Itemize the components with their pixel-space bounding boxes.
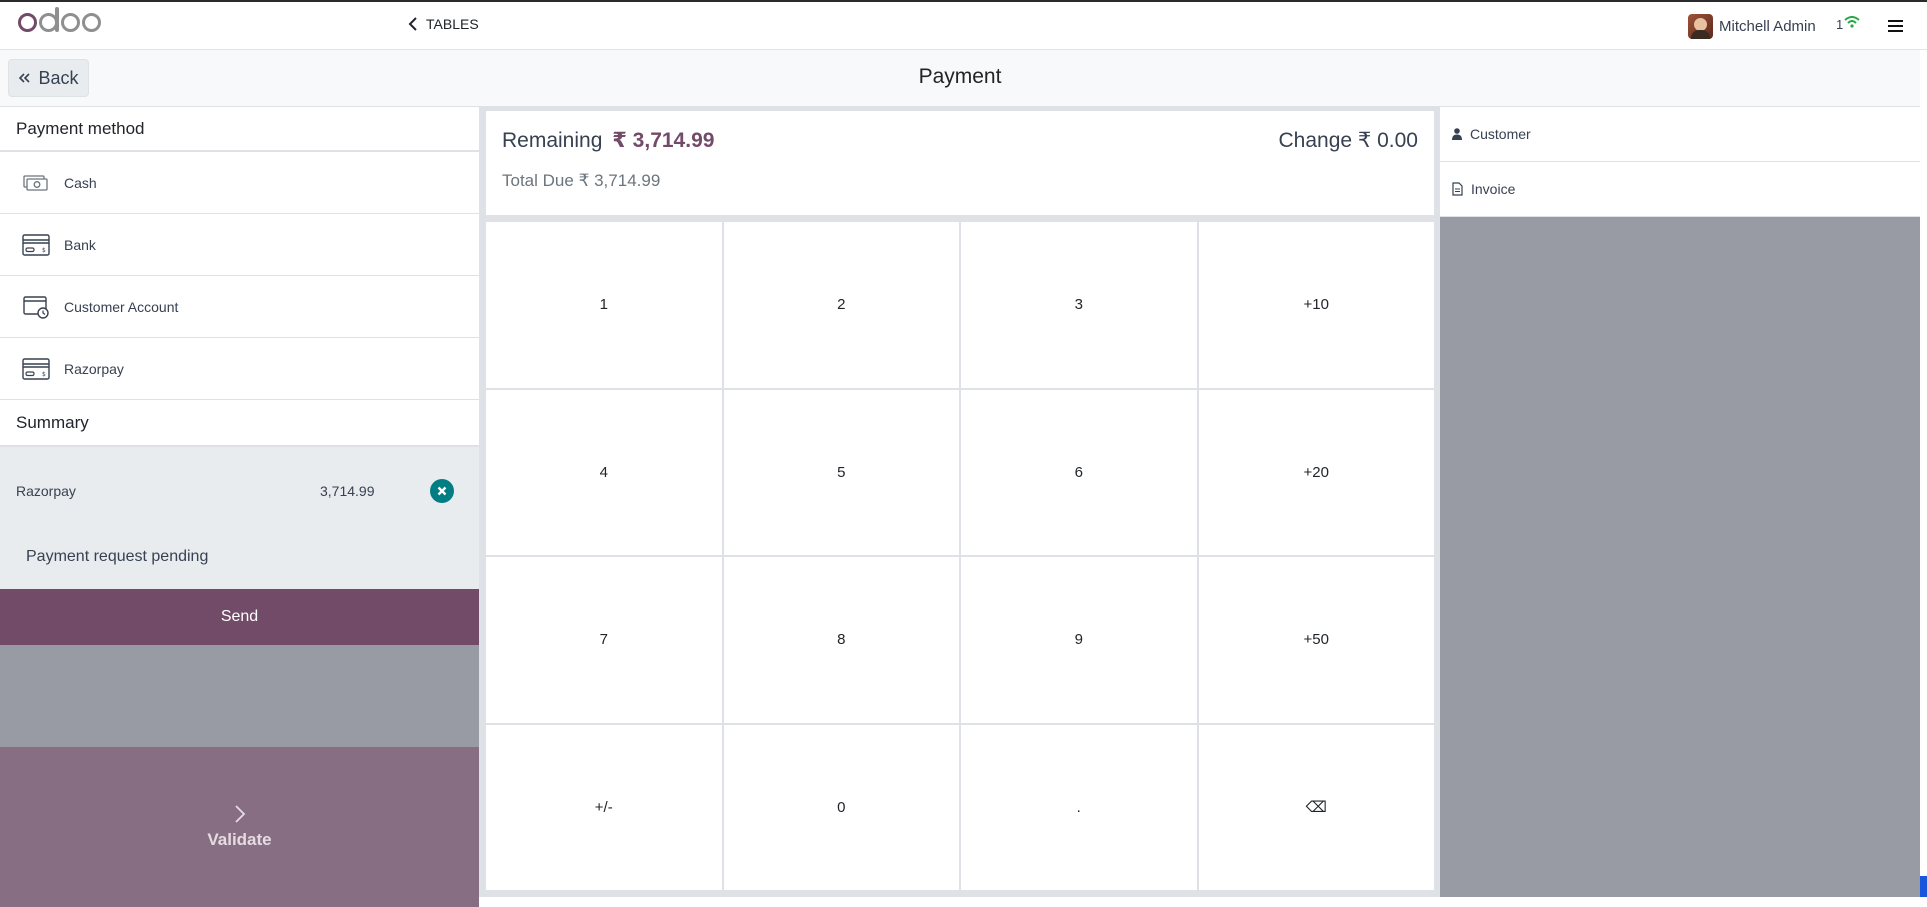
cash-icon <box>22 171 50 195</box>
numpad-key-9[interactable]: 9 <box>961 557 1197 723</box>
status-count: 1 <box>1836 17 1844 32</box>
payment-method-label: Bank <box>64 236 96 253</box>
payment-method-label: Razorpay <box>64 360 124 377</box>
spacer <box>0 645 479 747</box>
double-chevron-left-icon <box>19 73 31 83</box>
payment-header: Back Payment <box>0 50 1920 107</box>
total-due-label: Total Due <box>502 171 574 190</box>
numpad-key-plus-50[interactable]: +50 <box>1198 557 1434 723</box>
payment-method-title: Payment method <box>0 107 479 152</box>
change-amount: Change ₹ 0.00 <box>1279 128 1418 153</box>
payment-method-razorpay[interactable]: $ Razorpay <box>0 338 479 400</box>
razorpay-card-icon: $ <box>22 357 50 381</box>
chevron-left-icon <box>408 17 417 31</box>
back-label: Back <box>38 67 79 88</box>
numpad-key-7[interactable]: 7 <box>486 557 722 723</box>
total-due: Total Due ₹ 3,714.99 <box>502 171 660 191</box>
remove-payment-button[interactable] <box>430 479 454 503</box>
numpad-key-plus-20[interactable]: +20 <box>1198 389 1434 555</box>
window-edge <box>1920 50 1927 876</box>
file-text-icon <box>1452 182 1463 196</box>
validate-button[interactable]: Validate <box>0 747 479 907</box>
user-name: Mitchell Admin <box>1719 18 1816 35</box>
payment-amounts: Remaining ₹ 3,714.99 Change ₹ 0.00 Total… <box>486 111 1434 215</box>
back-button[interactable]: Back <box>8 59 89 97</box>
top-navbar: TABLES Mitchell Admin 1 <box>0 0 1927 50</box>
numpad-key-plus-10[interactable]: +10 <box>1198 222 1434 388</box>
numpad-key-8[interactable]: 8 <box>723 557 959 723</box>
customer-label: Customer <box>1470 126 1531 142</box>
numpad: 1 2 3 +10 4 5 6 +20 7 8 9 +50 +/- 0 . ⌫ <box>486 222 1434 890</box>
numpad-key-3[interactable]: 3 <box>961 222 1197 388</box>
invoice-button[interactable]: Invoice <box>1440 162 1920 217</box>
remaining-value: ₹ 3,714.99 <box>612 129 715 152</box>
chevron-right-icon <box>234 805 245 823</box>
numpad-key-6[interactable]: 6 <box>961 389 1197 555</box>
numpad-key-0[interactable]: 0 <box>723 724 959 890</box>
tables-label: TABLES <box>426 16 479 32</box>
change-label: Change <box>1278 129 1353 152</box>
customer-button[interactable]: Customer <box>1440 107 1920 162</box>
wifi-icon <box>1844 16 1860 28</box>
payment-methods-panel: Payment method Cash $ Bank Customer Acco… <box>0 107 480 907</box>
menu-icon[interactable] <box>1888 20 1903 32</box>
numpad-key-4[interactable]: 4 <box>486 389 722 555</box>
connection-status[interactable]: 1 <box>1836 16 1860 32</box>
user-menu[interactable]: Mitchell Admin <box>1688 14 1816 39</box>
close-icon <box>437 486 447 496</box>
payment-numpad-panel: Remaining ₹ 3,714.99 Change ₹ 0.00 Total… <box>480 107 1440 897</box>
payment-method-customer-account[interactable]: Customer Account <box>0 276 479 338</box>
customer-account-icon <box>22 295 50 319</box>
send-button[interactable]: Send <box>0 589 479 645</box>
invoice-label: Invoice <box>1471 181 1516 197</box>
payment-pending-text: Payment request pending <box>26 548 209 565</box>
bank-card-icon: $ <box>22 233 50 257</box>
numpad-key-5[interactable]: 5 <box>723 389 959 555</box>
payment-line-method: Razorpay <box>16 483 76 499</box>
window-edge-accent <box>1920 876 1927 897</box>
payment-method-cash[interactable]: Cash <box>0 152 479 214</box>
summary-title: Summary <box>0 400 479 447</box>
tables-link[interactable]: TABLES <box>408 16 479 32</box>
remaining-label: Remaining <box>502 129 603 152</box>
remaining-amount: Remaining ₹ 3,714.99 <box>502 128 714 153</box>
avatar <box>1688 14 1713 39</box>
svg-text:$: $ <box>42 247 46 254</box>
payment-line[interactable]: Razorpay 3,714.99 <box>16 479 456 503</box>
numpad-key-1[interactable]: 1 <box>486 222 722 388</box>
backspace-key[interactable]: ⌫ <box>1198 724 1434 890</box>
svg-text:$: $ <box>42 371 46 378</box>
payment-method-label: Cash <box>64 174 97 191</box>
numpad-key-plus-minus[interactable]: +/- <box>486 724 722 890</box>
odoo-logo[interactable] <box>18 6 101 32</box>
payment-summary: Razorpay 3,714.99 Payment request pendin… <box>0 447 479 589</box>
numpad-key-2[interactable]: 2 <box>723 222 959 388</box>
change-value: ₹ 0.00 <box>1357 129 1418 152</box>
user-icon <box>1452 128 1462 140</box>
payment-method-bank[interactable]: $ Bank <box>0 214 479 276</box>
validate-label: Validate <box>207 830 272 849</box>
numpad-key-decimal[interactable]: . <box>961 724 1197 890</box>
send-label: Send <box>220 608 259 625</box>
payment-line-amount: 3,714.99 <box>320 483 375 499</box>
customer-invoice-panel: Customer Invoice <box>1440 107 1920 897</box>
payment-method-label: Customer Account <box>64 298 179 315</box>
total-due-value: ₹ 3,714.99 <box>578 171 661 190</box>
